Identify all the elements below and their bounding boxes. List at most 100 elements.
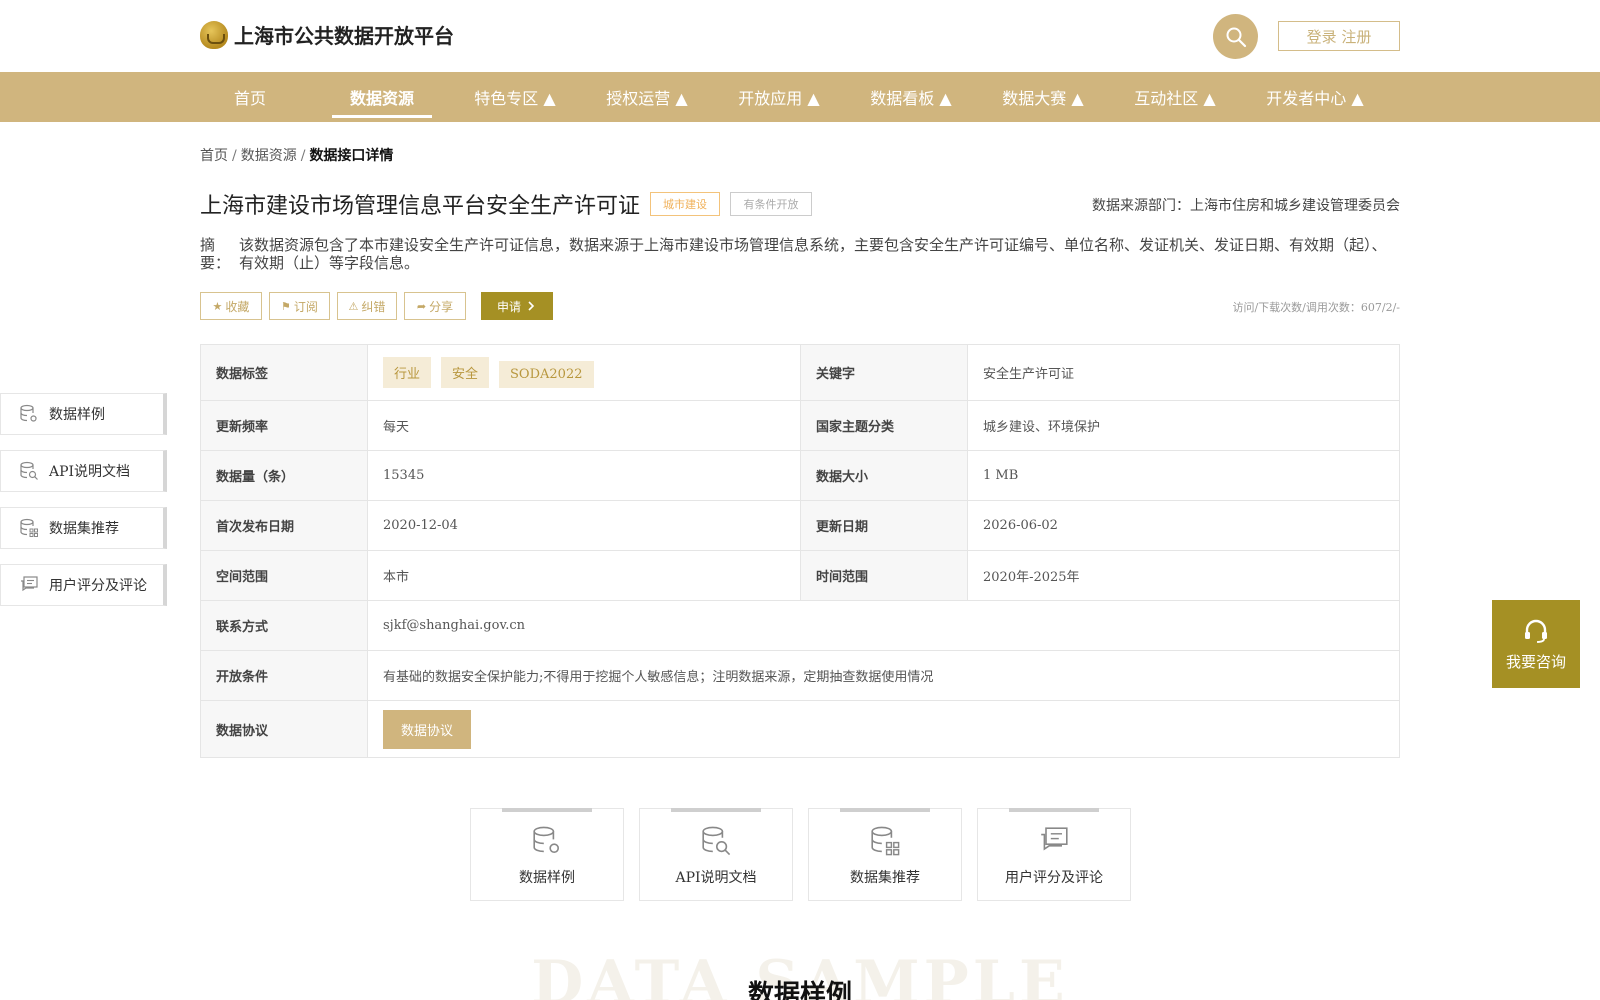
size-value: 1 MB (967, 450, 1400, 501)
report-error-button[interactable]: ⚠ 纠错 (337, 292, 397, 320)
breadcrumb-separator: / (232, 148, 237, 164)
site-logo[interactable]: 上海市公共数据开放平台 (200, 20, 454, 49)
comment-icon (1041, 827, 1068, 851)
search-button[interactable] (1213, 14, 1258, 59)
protocol-label: 数据协议 (200, 700, 368, 758)
time-value: 2020年-2025年 (967, 550, 1400, 601)
share-button[interactable]: ➦ 分享 (404, 292, 466, 320)
nav-developer-center[interactable]: 开发者中心 ▲ (1257, 72, 1373, 122)
breadcrumb: 首页 / 数据资源 / 数据接口详情 (200, 145, 393, 165)
table-row: 数据协议 数据协议 (200, 700, 1400, 758)
summary-label: 摘 要： (200, 236, 231, 272)
breadcrumb-separator: / (300, 148, 306, 164)
section-title: 数据样例 (747, 980, 852, 1000)
tags-cell: 行业 安全 SODA2022 (367, 344, 801, 401)
favorite-button[interactable]: ★ 收藏 (200, 292, 262, 320)
card-data-sample[interactable]: 数据样例 (470, 808, 624, 901)
star-icon: ★ (212, 299, 223, 313)
apply-button[interactable]: 申请 (481, 292, 553, 320)
access-tag: 有条件开放 (730, 192, 812, 216)
dataset-summary: 摘 要： 该数据资源包含了本市建设安全生产许可证信息，数据来源于上海市建设市场管… (200, 236, 1400, 272)
data-tag-chip[interactable]: 行业 (383, 357, 432, 388)
subscribe-label: 订阅 (293, 299, 318, 314)
logo-icon (200, 20, 228, 49)
summary-text: 该数据资源包含了本市建设安全生产许可证信息，数据来源于上海市建设市场管理信息系统… (239, 236, 1387, 272)
side-item-label: 数据样例 (49, 407, 105, 423)
first-pub-value: 2020-12-04 (367, 500, 801, 551)
breadcrumb-home[interactable]: 首页 (200, 148, 228, 164)
contact-label: 联系方式 (200, 600, 368, 651)
first-pub-label: 首次发布日期 (200, 500, 368, 551)
subscribe-button[interactable]: ⚑ 订阅 (269, 292, 330, 320)
data-tag-chip[interactable]: SODA2022 (499, 361, 594, 388)
freq-label: 更新频率 (200, 400, 368, 451)
table-row: 开放条件 有基础的数据安全保护能力;不得用于挖掘个人敏感信息；注明数据来源，定期… (200, 650, 1400, 701)
database-search-icon (702, 826, 731, 856)
table-row: 更新频率 每天 国家主题分类 城乡建设、环境保护 (200, 400, 1400, 451)
nav-special-zones[interactable]: 特色专区 ▲ (465, 72, 565, 122)
database-grid-icon (871, 826, 900, 856)
card-label: 数据样例 (519, 870, 575, 886)
updated-value: 2026-06-02 (967, 500, 1400, 551)
side-item-api-docs[interactable]: API说明文档 (0, 450, 167, 492)
side-item-data-sample[interactable]: 数据样例 (0, 393, 167, 435)
dataset-info-table: 数据标签 行业 安全 SODA2022 关键字 安全生产许可证 更新频率 每天 国家… (200, 344, 1400, 758)
login-register-button[interactable]: 登录 注册 (1278, 21, 1400, 51)
updated-label: 更新日期 (800, 500, 968, 551)
contact-value: sjkf@shanghai.gov.cn (367, 600, 1400, 651)
count-label: 数据量（条） (200, 450, 368, 501)
data-protocol-button[interactable]: 数据协议 (383, 709, 472, 749)
nav-open-apps[interactable]: 开放应用 ▲ (729, 72, 829, 122)
database-grid-icon (20, 518, 38, 537)
nav-data-contest[interactable]: 数据大赛 ▲ (993, 72, 1093, 122)
table-row: 数据标签 行业 安全 SODA2022 关键字 安全生产许可证 (200, 344, 1400, 401)
breadcrumb-resources[interactable]: 数据资源 (241, 148, 297, 164)
share-label: 分享 (429, 299, 454, 314)
share-icon: ➦ (416, 299, 427, 313)
side-menu: 数据样例 API说明文档 数据集推荐 用户评分及评论 (0, 393, 167, 621)
report-label: 纠错 (361, 299, 386, 314)
headset-icon (1525, 619, 1547, 643)
keyword-label: 关键字 (800, 344, 968, 401)
side-item-reviews[interactable]: 用户评分及评论 (0, 564, 167, 606)
apply-label: 申请 (496, 299, 521, 314)
bookmark-icon: ⚑ (281, 299, 291, 313)
nav-data-resources[interactable]: 数据资源 (332, 72, 432, 122)
database-search-icon (20, 461, 38, 480)
size-label: 数据大小 (800, 450, 968, 501)
table-row: 空间范围 本市 时间范围 2020年-2025年 (200, 550, 1400, 601)
card-label: 数据集推荐 (850, 870, 920, 886)
section-cards: 数据样例 API说明文档 数据集推荐 用户评分及评论 (470, 808, 1146, 901)
consult-button[interactable]: 我要咨询 (1492, 600, 1580, 688)
site-header: 上海市公共数据开放平台 登录 注册 (0, 0, 1600, 72)
card-api-docs[interactable]: API说明文档 (639, 808, 793, 901)
nav-data-dashboard[interactable]: 数据看板 ▲ (861, 72, 961, 122)
breadcrumb-current: 数据接口详情 (309, 148, 394, 164)
nav-home[interactable]: 首页 (222, 72, 278, 122)
card-reviews[interactable]: 用户评分及评论 (977, 808, 1131, 901)
visit-counts: 访问/下载次数/调用次数：607/2/- (1232, 301, 1400, 314)
chevron-right-icon (528, 301, 535, 311)
space-label: 空间范围 (200, 550, 368, 601)
table-row: 首次发布日期 2020-12-04 更新日期 2026-06-02 (200, 500, 1400, 551)
keyword-value: 安全生产许可证 (967, 344, 1400, 401)
card-label: 用户评分及评论 (1005, 870, 1103, 886)
database-settings-icon (533, 826, 559, 853)
nav-authorized-ops[interactable]: 授权运营 ▲ (597, 72, 697, 122)
action-bar: ★ 收藏 ⚑ 订阅 ⚠ 纠错 ➦ 分享 (200, 292, 473, 320)
side-item-label: 数据集推荐 (49, 521, 119, 537)
table-row: 联系方式 sjkf@shanghai.gov.cn (200, 600, 1400, 651)
card-recommend[interactable]: 数据集推荐 (808, 808, 962, 901)
favorite-label: 收藏 (225, 299, 250, 314)
site-title: 上海市公共数据开放平台 (234, 24, 454, 48)
freq-value: 每天 (367, 400, 801, 451)
main-nav: 首页 数据资源 特色专区 ▲ 授权运营 ▲ 开放应用 ▲ 数据看板 ▲ 数据大赛… (0, 72, 1600, 122)
theme-value: 城乡建设、环境保护 (967, 400, 1400, 451)
database-settings-icon (20, 404, 37, 422)
source-department: 数据来源部门：上海市住房和城乡建设管理委员会 (1092, 198, 1400, 214)
side-item-recommend[interactable]: 数据集推荐 (0, 507, 167, 549)
nav-community[interactable]: 互动社区 ▲ (1125, 72, 1225, 122)
search-icon (1226, 27, 1246, 47)
data-tag-chip[interactable]: 安全 (441, 357, 490, 388)
consult-label: 我要咨询 (1505, 652, 1566, 671)
